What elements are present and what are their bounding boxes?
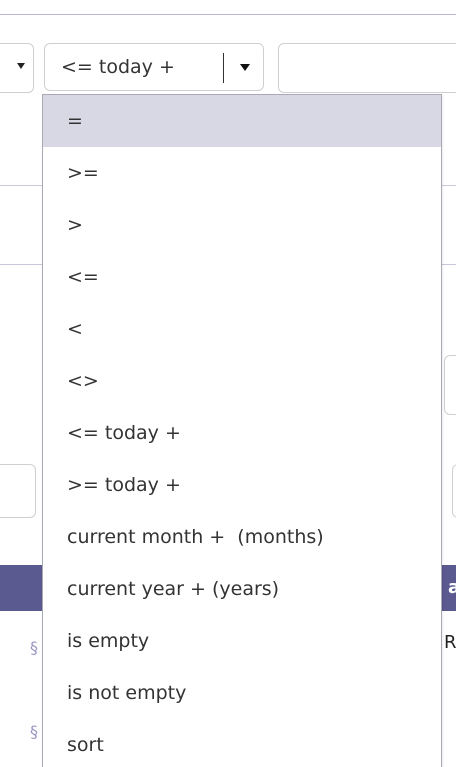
divider: [440, 264, 456, 265]
chevron-down-icon: [17, 63, 25, 69]
dropdown-option[interactable]: <>: [43, 355, 441, 407]
dropdown-option[interactable]: >=: [43, 147, 441, 199]
filter-value-input[interactable]: [278, 43, 456, 93]
dropdown-option[interactable]: >: [43, 199, 441, 251]
operator-dropdown-list[interactable]: = >= > <= < <> <= today + >= today + cur…: [42, 94, 442, 767]
table-header: [0, 565, 44, 611]
table-header-label: a: [448, 577, 456, 598]
input-field[interactable]: [452, 464, 456, 518]
dropdown-option[interactable]: <=: [43, 251, 441, 303]
field-select[interactable]: [0, 43, 34, 93]
dropdown-option[interactable]: is not empty: [43, 667, 441, 719]
table-cell: R: [444, 632, 456, 653]
divider: [440, 185, 456, 186]
link-icon[interactable]: §: [30, 722, 38, 741]
chevron-down-icon[interactable]: [240, 64, 250, 71]
divider: [0, 185, 44, 186]
dropdown-option[interactable]: current year + (years): [43, 563, 441, 615]
input-field[interactable]: [444, 355, 456, 415]
dropdown-option[interactable]: <= today +: [43, 407, 441, 459]
dropdown-option[interactable]: >= today +: [43, 459, 441, 511]
divider: [0, 264, 44, 265]
dropdown-option[interactable]: is empty: [43, 615, 441, 667]
link-icon[interactable]: §: [30, 638, 38, 657]
operator-select-value: <= today +: [61, 56, 175, 78]
page: <= today + a § § R = >= > <= < <> <= tod…: [0, 0, 456, 767]
dropdown-option[interactable]: =: [43, 95, 441, 147]
dropdown-option[interactable]: current month + (months): [43, 511, 441, 563]
text-cursor: [223, 53, 224, 83]
divider: [0, 14, 456, 15]
input-field[interactable]: [0, 464, 36, 518]
table-header: a: [440, 565, 456, 611]
dropdown-option[interactable]: sort: [43, 719, 441, 767]
operator-select[interactable]: <= today +: [44, 43, 264, 91]
dropdown-option[interactable]: <: [43, 303, 441, 355]
